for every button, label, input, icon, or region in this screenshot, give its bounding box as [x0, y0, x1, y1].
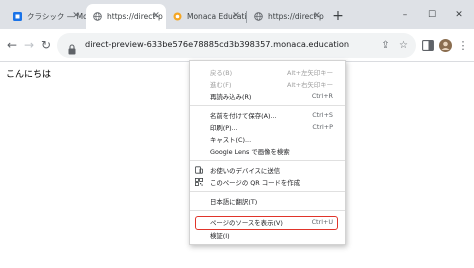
menu-item-label: このページの QR コードを作成: [210, 179, 301, 187]
menu-item-label: 戻る(B): [210, 69, 233, 77]
menu-item-save-as[interactable]: 名前を付けて保存(A)... Ctrl+S: [190, 109, 345, 121]
menu-item-label: キャスト(C)...: [210, 136, 252, 144]
menu-divider: [190, 210, 345, 211]
forward-button[interactable]: →: [21, 37, 37, 53]
side-panel-icon: [422, 39, 434, 51]
more-vertical-icon: ⋮: [457, 38, 469, 52]
menu-item-shortcut: Alt+右矢印キー: [287, 81, 333, 89]
back-button[interactable]: ←: [4, 37, 20, 53]
menu-item-shortcut: Ctrl+R: [311, 92, 333, 100]
close-window-button[interactable]: ✕: [446, 0, 472, 29]
page-greeting: こんにちは: [6, 70, 52, 80]
sidebar-toggle-button[interactable]: [420, 37, 436, 53]
address-bar[interactable]: direct-preview-633be576e78885cd3b398357.…: [57, 33, 416, 58]
share-icon[interactable]: ⇪: [379, 39, 392, 52]
menu-divider: [190, 160, 345, 161]
reload-icon: ↻: [40, 38, 52, 52]
tab-3[interactable]: Monaca Education ✕: [166, 4, 246, 29]
globe-icon: [254, 12, 263, 21]
menu-item-label: 印刷(P)...: [210, 124, 238, 132]
minimize-button[interactable]: –: [392, 0, 418, 29]
menu-item-label: お使いのデバイスに送信: [210, 167, 281, 175]
devices-icon: [195, 166, 203, 174]
menu-item-label: Google Lens で画像を検索: [210, 148, 290, 156]
menu-item-inspect[interactable]: 検証(I): [190, 229, 345, 241]
menu-item-label: 日本語に翻訳(T): [210, 198, 258, 206]
menu-divider: [190, 191, 345, 192]
close-icon: ✕: [455, 9, 463, 20]
bookmark-star-icon[interactable]: ☆: [397, 39, 410, 52]
menu-item-label: 名前を付けて保存(A)...: [210, 112, 277, 120]
tab-1[interactable]: クラシック — Mo ✕: [6, 4, 86, 29]
qr-code-icon: [195, 178, 203, 186]
menu-item-qr-code[interactable]: このページの QR コードを作成: [190, 176, 345, 188]
new-tab-button[interactable]: +: [330, 8, 346, 24]
menu-item-shortcut: Alt+左矢印キー: [287, 69, 333, 77]
menu-item-label: 検証(I): [210, 232, 230, 240]
monaca-classic-icon: [13, 12, 22, 21]
menu-item-forward[interactable]: 進む(F) Alt+右矢印キー: [190, 78, 345, 90]
menu-item-reload[interactable]: 再読み込み(R) Ctrl+R: [190, 90, 345, 102]
profile-avatar[interactable]: [437, 37, 453, 53]
lock-icon: [67, 40, 77, 55]
tab-2[interactable]: https://direct-p ✕: [86, 4, 166, 29]
arrow-left-icon: ←: [6, 38, 18, 52]
close-icon[interactable]: ✕: [151, 11, 161, 21]
close-icon[interactable]: ✕: [231, 11, 241, 21]
menu-item-send-to-device[interactable]: お使いのデバイスに送信: [190, 164, 345, 176]
avatar-icon: [438, 38, 452, 52]
tab-strip: クラシック — Mo ✕ https://direct-p ✕ Monaca E…: [0, 0, 474, 29]
browser-toolbar: ← → ↻ direct-preview-633be576e78885cd3b3…: [0, 29, 474, 62]
close-icon[interactable]: ✕: [312, 11, 322, 21]
menu-item-cast[interactable]: キャスト(C)...: [190, 133, 345, 145]
monaca-education-icon: [173, 12, 182, 21]
view-source-highlight: [195, 216, 338, 230]
menu-item-label: 進む(F): [210, 81, 232, 89]
reload-button[interactable]: ↻: [38, 37, 54, 53]
menu-item-translate[interactable]: 日本語に翻訳(T): [190, 195, 345, 207]
maximize-button[interactable]: ☐: [419, 0, 445, 29]
globe-icon: [93, 12, 102, 21]
menu-item-shortcut: Ctrl+P: [312, 123, 333, 131]
minimize-icon: –: [402, 9, 408, 20]
maximize-icon: ☐: [427, 9, 437, 20]
menu-item-print[interactable]: 印刷(P)... Ctrl+P: [190, 121, 345, 133]
tab-4[interactable]: https://direct-p ✕: [247, 4, 327, 29]
menu-item-google-lens[interactable]: Google Lens で画像を検索: [190, 145, 345, 157]
menu-button[interactable]: ⋮: [455, 37, 471, 53]
close-icon[interactable]: ✕: [71, 11, 81, 21]
url-text: direct-preview-633be576e78885cd3b398357.…: [85, 39, 350, 49]
menu-item-label: 再読み込み(R): [210, 93, 252, 101]
arrow-right-icon: →: [23, 38, 35, 52]
menu-item-shortcut: Ctrl+S: [312, 111, 333, 119]
menu-item-back[interactable]: 戻る(B) Alt+左矢印キー: [190, 66, 345, 78]
menu-divider: [190, 105, 345, 106]
